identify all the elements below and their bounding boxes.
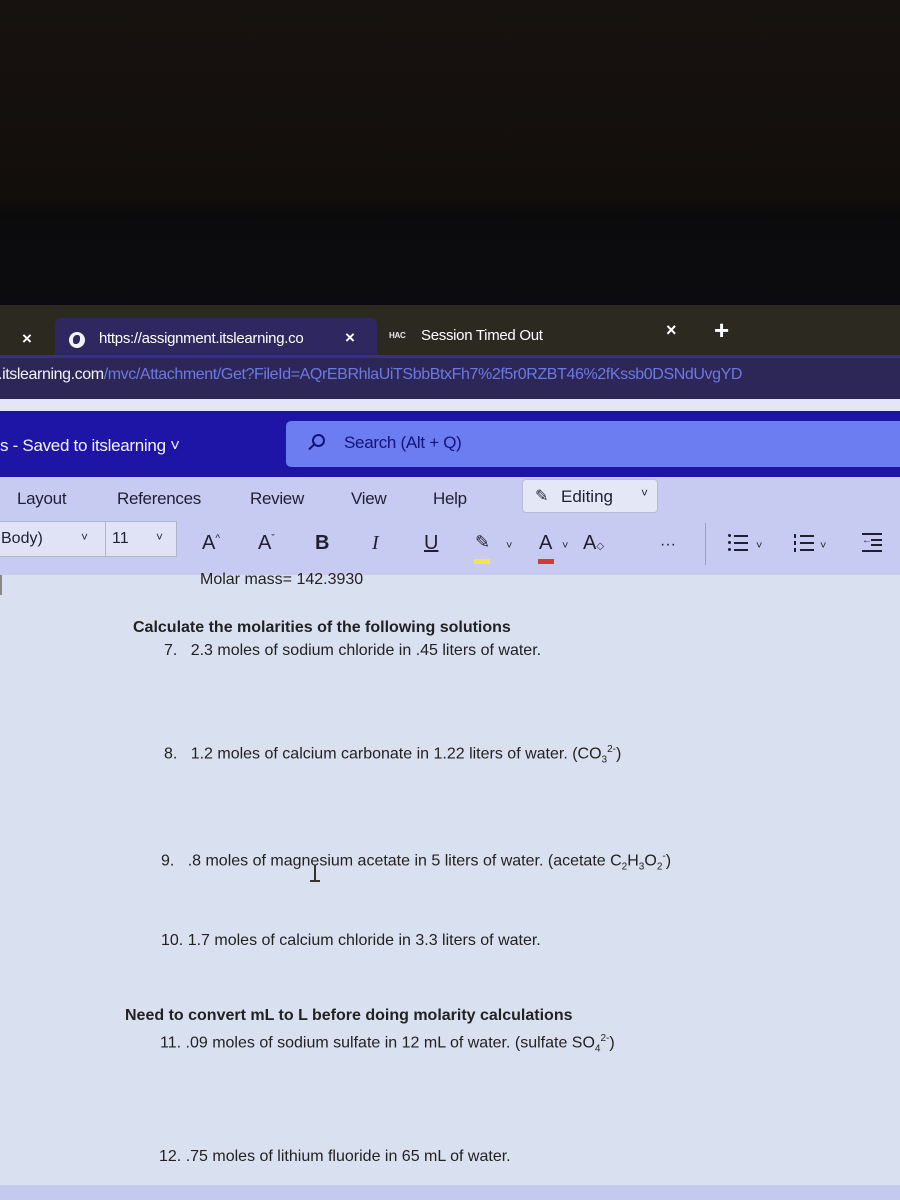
bullet-list-icon[interactable] xyxy=(728,532,748,552)
search-placeholder: Search (Alt + Q) xyxy=(344,433,462,452)
list-item: 9. .8 moles of magnesium acetate in 5 li… xyxy=(161,851,671,873)
closing-paren: ) xyxy=(665,852,672,870)
list-item: 10. 1.7 moles of calcium chloride in 3.3… xyxy=(161,932,541,950)
menu-references[interactable]: References xyxy=(117,489,201,509)
item-number: 10. xyxy=(161,932,184,949)
chevron-down-icon: ˅ xyxy=(641,486,649,500)
document-title[interactable]: s - Saved to itslearning ˅ xyxy=(0,436,180,456)
search-icon xyxy=(312,434,325,447)
close-tab-icon[interactable]: × xyxy=(345,328,355,348)
font-color-button[interactable]: A xyxy=(539,533,552,553)
page-margin-marker xyxy=(0,575,2,595)
bold-button[interactable]: B xyxy=(315,533,329,553)
highlight-color-swatch xyxy=(474,559,490,564)
font-size-select[interactable]: 11 ˅ xyxy=(105,521,177,557)
item-text: 1.7 moles of calcium chloride in 3.3 lit… xyxy=(187,932,541,949)
formula-part: O xyxy=(644,852,657,870)
closing-paren: ) xyxy=(609,1034,615,1052)
list-item: 7. 2.3 moles of sodium chloride in .45 l… xyxy=(164,642,541,660)
menu-help[interactable]: Help xyxy=(433,489,467,509)
item-number: 9. xyxy=(161,852,175,870)
close-tab-icon[interactable]: × xyxy=(22,329,32,349)
superscript: 2- xyxy=(607,744,617,755)
formula-part: H xyxy=(627,852,639,870)
divider xyxy=(0,399,900,411)
tab-title: https://assignment.itslearning.co xyxy=(99,330,304,347)
molar-mass-text: Molar mass= 142.3930 xyxy=(200,571,364,588)
list-item: 8. 1.2 moles of calcium carbonate in 1.2… xyxy=(164,744,621,766)
url-path: /mvc/Attachment/Get?FileId=AQrEBRhlaUiTS… xyxy=(103,366,743,383)
item-text: 2.3 moles of sodium chloride in .45 lite… xyxy=(190,642,542,659)
item-number: 7. xyxy=(164,642,178,659)
tab-title: Session Timed Out xyxy=(421,327,543,344)
item-text: .75 moles of lithium fluoride in 65 mL o… xyxy=(185,1148,511,1165)
menu-review[interactable]: Review xyxy=(250,489,304,509)
document-page[interactable]: Molar mass= 142.3930 Calculate the molar… xyxy=(0,571,900,1185)
subscript: 2 xyxy=(656,861,663,873)
ribbon: Layout References Review View Help ✎ Edi… xyxy=(0,477,900,575)
italic-button[interactable]: I xyxy=(372,533,379,553)
item-text: 1.2 moles of calcium carbonate in 1.22 l… xyxy=(190,745,602,763)
font-name-value: Body) xyxy=(1,530,43,547)
list-item: 11. .09 moles of sodium sulfate in 12 mL… xyxy=(160,1033,615,1055)
editing-mode-button[interactable]: ✎ Editing ˅ xyxy=(522,479,658,513)
item-number: 12. xyxy=(159,1148,182,1165)
underline-button[interactable]: U xyxy=(424,533,438,553)
clear-formatting-button[interactable]: A◇ xyxy=(583,533,604,553)
closing-paren: ) xyxy=(616,745,622,763)
globe-icon xyxy=(69,332,85,348)
page-bottom-edge xyxy=(0,1185,900,1200)
numbered-list-icon[interactable] xyxy=(794,532,814,552)
chevron-down-icon: ˅ xyxy=(156,530,164,544)
tab-assignment[interactable]: https://assignment.itslearning.co × xyxy=(55,318,377,360)
subscript: 3 xyxy=(601,754,608,766)
chevron-down-icon[interactable]: ˅ xyxy=(756,541,762,552)
font-name-select[interactable]: Body) ˅ xyxy=(0,521,106,557)
editing-label: Editing xyxy=(561,487,613,506)
search-input[interactable]: Search (Alt + Q) xyxy=(286,421,900,467)
decrease-indent-icon[interactable]: ← xyxy=(862,532,882,552)
pencil-icon: ✎ xyxy=(535,488,549,505)
item-number: 11. xyxy=(160,1034,182,1052)
clear-formatting-icon: A xyxy=(583,532,597,554)
browser-tab-strip: × https://assignment.itslearning.co × HA… xyxy=(0,305,900,360)
monitor-bezel xyxy=(0,0,900,305)
address-bar[interactable]: t.itslearning.com/mvc/Attachment/Get?Fil… xyxy=(0,355,900,399)
list-item: 12. .75 moles of lithium fluoride in 65 … xyxy=(159,1148,511,1166)
new-tab-button[interactable]: + xyxy=(714,315,729,346)
grow-font-button[interactable]: A^ xyxy=(202,533,220,553)
grow-font-icon: A xyxy=(202,532,216,554)
subscript: 4 xyxy=(594,1043,601,1055)
text-cursor-icon xyxy=(310,865,320,885)
menu-layout[interactable]: Layout xyxy=(17,489,67,509)
font-color-swatch xyxy=(538,559,554,564)
shrink-font-button[interactable]: Aˇ xyxy=(258,533,275,553)
font-size-value: 11 xyxy=(112,530,129,547)
chevron-down-icon[interactable]: ˅ xyxy=(820,541,826,552)
word-title-bar: s - Saved to itslearning ˅ Search (Alt +… xyxy=(0,411,900,477)
chevron-down-icon[interactable]: ˅ xyxy=(506,541,512,552)
url-host: t.itslearning.com xyxy=(0,366,104,383)
more-options-button[interactable]: ··· xyxy=(660,537,676,553)
chevron-down-icon[interactable]: ˅ xyxy=(562,541,568,552)
section-heading: Need to convert mL to L before doing mol… xyxy=(125,1007,573,1024)
item-text: .8 moles of magnesium acetate in 5 liter… xyxy=(187,852,622,870)
close-tab-icon[interactable]: × xyxy=(666,320,677,341)
url-text[interactable]: t.itslearning.com/mvc/Attachment/Get?Fil… xyxy=(0,366,742,384)
item-text: .09 moles of sodium sulfate in 12 mL of … xyxy=(185,1034,595,1052)
item-number: 8. xyxy=(164,745,178,763)
highlight-icon[interactable]: ✎ xyxy=(475,533,490,551)
section-heading: Calculate the molarities of the followin… xyxy=(133,619,511,636)
hac-favicon-icon: HAC xyxy=(389,331,406,340)
chevron-down-icon: ˅ xyxy=(81,530,89,544)
shrink-font-icon: A xyxy=(258,532,272,554)
toolbar-separator xyxy=(705,523,706,565)
menu-view[interactable]: View xyxy=(351,489,387,509)
